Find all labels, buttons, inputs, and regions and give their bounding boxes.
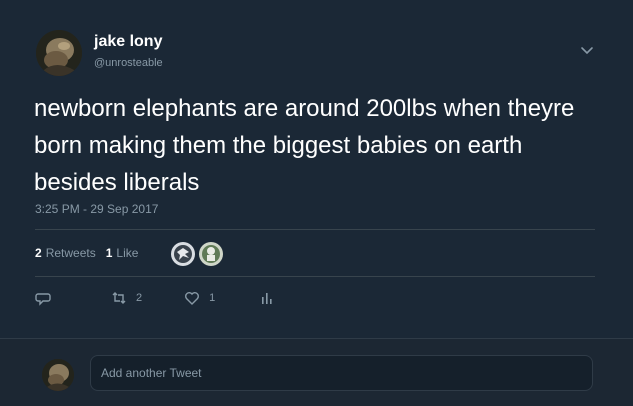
tweet-stats: 2 Retweets 1 Like — [35, 246, 148, 260]
retweets-label[interactable]: Retweets — [46, 246, 96, 260]
retweet-count: 2 — [136, 292, 143, 304]
tweet-card: jake lony @unrosteable newborn elephants… — [0, 0, 633, 338]
reply-placeholder: Add another Tweet — [101, 366, 202, 380]
author-avatar[interactable] — [36, 30, 82, 76]
liker-avatars — [170, 241, 226, 267]
tweet-text: newborn elephants are around 200lbs when… — [34, 95, 575, 196]
chevron-down-icon[interactable] — [578, 44, 596, 58]
likes-count[interactable]: 1 — [106, 246, 113, 260]
reply-icon — [35, 293, 51, 306]
liker-avatar[interactable] — [170, 241, 196, 267]
retweet-icon — [112, 292, 126, 304]
analytics-button[interactable] — [259, 290, 275, 306]
retweets-count[interactable]: 2 — [35, 246, 42, 260]
author-name[interactable]: jake lony — [94, 33, 162, 51]
reply-button[interactable] — [35, 290, 51, 306]
tweet-timestamp[interactable]: 3:25 PM - 29 Sep 2017 — [35, 202, 158, 216]
liker-avatar[interactable] — [198, 241, 224, 267]
author-handle[interactable]: @unrosteable — [94, 57, 163, 69]
divider — [35, 229, 595, 230]
likes-label[interactable]: Like — [116, 246, 138, 260]
divider — [35, 276, 595, 277]
heart-icon — [185, 292, 200, 305]
reply-input[interactable]: Add another Tweet — [90, 355, 593, 391]
like-button[interactable]: 1 — [184, 290, 215, 306]
user-avatar[interactable] — [42, 359, 74, 391]
avatar-image — [36, 30, 82, 76]
analytics-icon — [262, 293, 272, 304]
tweet-actions: 2 1 — [35, 290, 321, 306]
retweet-button[interactable]: 2 — [111, 290, 142, 306]
like-count: 1 — [209, 292, 216, 304]
